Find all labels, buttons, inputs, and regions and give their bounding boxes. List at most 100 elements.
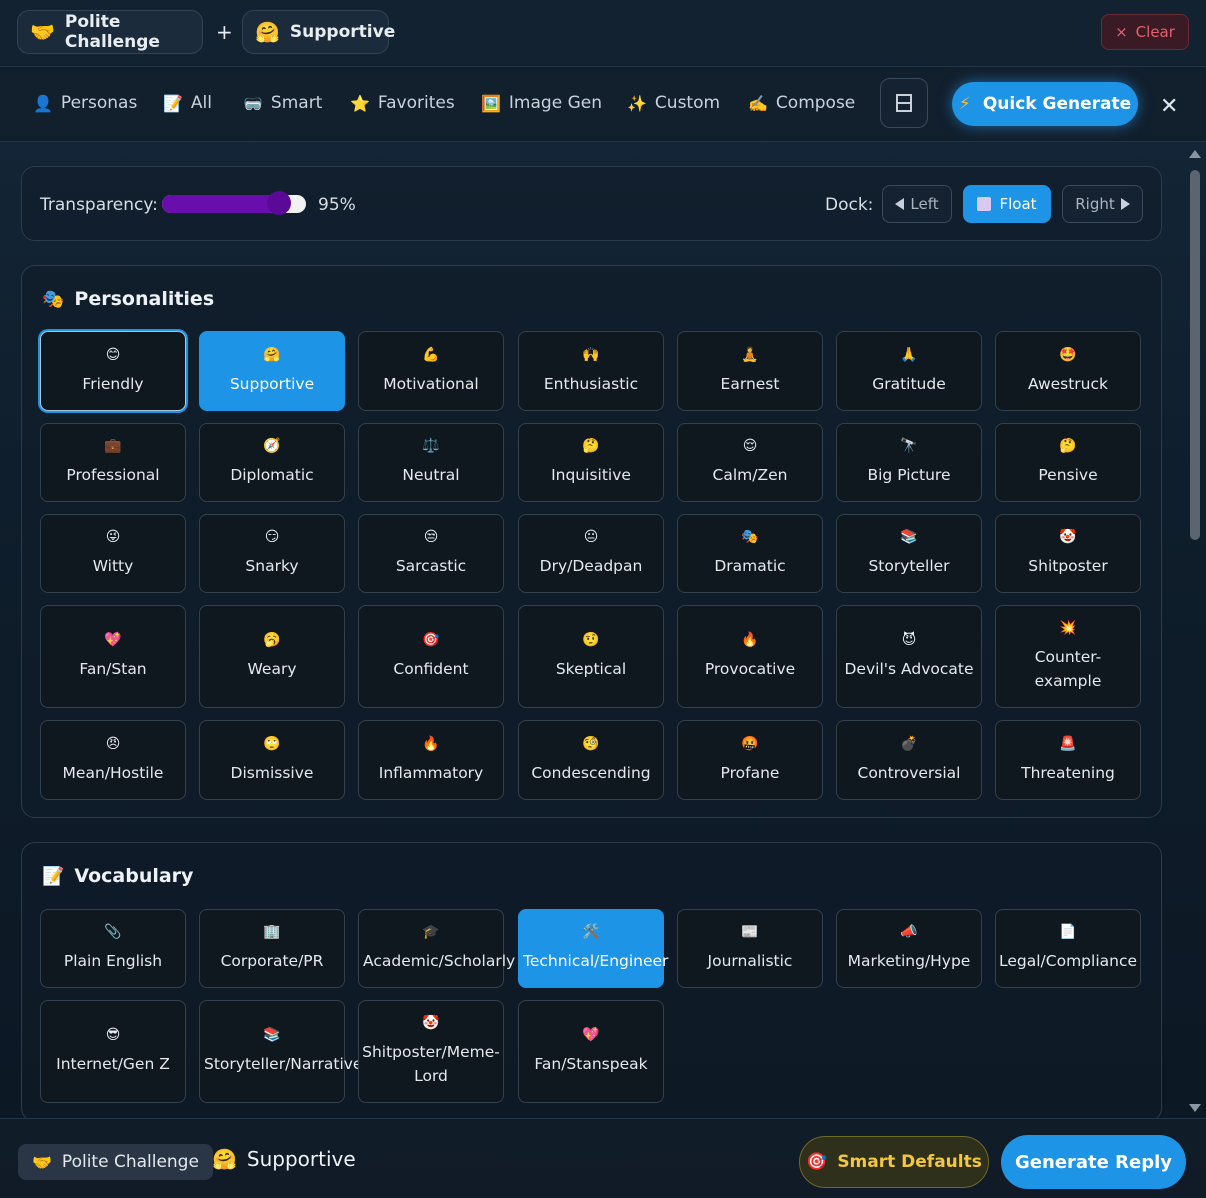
personality-card-devil-s-advocate[interactable]: 😈 Devil's Advocate <box>836 605 982 708</box>
threatening-icon: 🚨 <box>1059 735 1077 752</box>
personality-label: Dismissive <box>230 763 314 782</box>
personality-card-profane[interactable]: 🤬 Profane <box>677 720 823 800</box>
smart-defaults-button[interactable]: 🎯 Smart Defaults <box>799 1136 989 1188</box>
personality-card-snarky[interactable]: 😏 Snarky <box>199 514 345 593</box>
vocabulary-card-marketing-hype[interactable]: 📣 Marketing/Hype <box>836 909 982 988</box>
scrollbar-thumb[interactable] <box>1190 170 1200 540</box>
vocabulary-card-storyteller-narrative[interactable]: 📚 Storyteller/Narrative <box>199 1000 362 1103</box>
layout-icon <box>896 94 912 112</box>
footer-current-tone: 🤗 Supportive <box>212 1147 356 1171</box>
personality-label: Enthusiastic <box>543 374 639 393</box>
nav-label: Smart <box>270 93 323 113</box>
earnest-icon: 🧘 <box>741 346 759 363</box>
close-icon[interactable]: ✕ <box>1160 94 1178 119</box>
personality-card-neutral[interactable]: ⚖️ Neutral <box>358 423 504 502</box>
sparkles-icon: ✨ <box>627 93 647 113</box>
personality-card-dismissive[interactable]: 🙄 Dismissive <box>199 720 345 800</box>
float-window-icon <box>977 197 992 211</box>
nav-all[interactable]: 📝 All <box>163 93 212 113</box>
personality-card-shitposter[interactable]: 🤡 Shitposter <box>995 514 1141 593</box>
personality-card-motivational[interactable]: 💪 Motivational <box>358 331 504 411</box>
personality-card-gratitude[interactable]: 🙏 Gratitude <box>836 331 982 411</box>
snarky-icon: 😏 <box>264 529 280 545</box>
footer-chip-polite-challenge[interactable]: 🤝 Polite Challenge <box>18 1144 213 1180</box>
personality-card-condescending[interactable]: 🧐 Condescending <box>518 720 664 800</box>
personality-card-mean-hostile[interactable]: 😠 Mean/Hostile <box>40 720 186 800</box>
sarcastic-icon: 😒 <box>423 529 439 545</box>
personality-label: Shitposter <box>1028 557 1108 575</box>
vocabulary-card-fan-stanspeak[interactable]: 💖 Fan/Stanspeak <box>518 1000 664 1103</box>
skeptical-icon: 🤨 <box>582 632 600 648</box>
friendly-icon: 😊 <box>105 346 121 363</box>
nav-personas[interactable]: 👤 Personas <box>33 93 137 113</box>
triangle-left-icon <box>895 198 905 210</box>
personality-card-enthusiastic[interactable]: 🙌 Enthusiastic <box>518 331 664 411</box>
personality-card-dramatic[interactable]: 🎭 Dramatic <box>677 514 823 593</box>
diplomatic-icon: 🧭 <box>263 438 281 454</box>
profane-icon: 🤬 <box>741 735 759 752</box>
selected-chip-polite-challenge[interactable]: 🤝 Polite Challenge <box>17 10 203 54</box>
clear-button[interactable]: × Clear <box>1101 14 1189 50</box>
selected-chip-supportive[interactable]: 🤗 Supportive <box>242 10 395 54</box>
pensive-icon: 🤔 <box>1059 438 1077 454</box>
personality-card-earnest[interactable]: 🧘 Earnest <box>677 331 823 411</box>
slider-knob[interactable] <box>266 191 291 215</box>
dock-left-button[interactable]: Left <box>882 185 952 223</box>
personality-card-pensive[interactable]: 🤔 Pensive <box>995 423 1141 502</box>
personality-label: Dramatic <box>714 557 786 575</box>
vocabulary-card-journalistic[interactable]: 📰 Journalistic <box>677 909 823 988</box>
personality-card-dry-deadpan[interactable]: 😐 Dry/Deadpan <box>518 514 664 593</box>
personality-card-sarcastic[interactable]: 😒 Sarcastic <box>358 514 504 593</box>
personality-card-inflammatory[interactable]: 🔥 Inflammatory <box>358 720 504 800</box>
generate-reply-button[interactable]: Generate Reply <box>1001 1135 1186 1189</box>
layout-toggle-button[interactable] <box>880 78 928 128</box>
vocabulary-card-corporate-pr[interactable]: 🏢 Corporate/PR <box>199 909 345 988</box>
vocabulary-card-shitposter-meme-lord[interactable]: 🤡 Shitposter/Meme-Lord <box>358 1000 504 1103</box>
scrollbar[interactable] <box>1188 150 1202 1112</box>
dock-right-button[interactable]: Right <box>1062 185 1143 223</box>
vocabulary-card-legal-compliance[interactable]: 📄 Legal/Compliance <box>995 909 1141 988</box>
personality-card-storyteller[interactable]: 📚 Storyteller <box>836 514 982 593</box>
dock-float-button[interactable]: Float <box>963 185 1051 223</box>
personality-card-friendly[interactable]: 😊 Friendly <box>40 331 186 411</box>
transparency-slider[interactable] <box>162 191 306 215</box>
personality-card-skeptical[interactable]: 🤨 Skeptical <box>518 605 664 708</box>
vocabulary-card-plain-english[interactable]: 📎 Plain English <box>40 909 186 988</box>
personality-card-witty[interactable]: 😜 Witty <box>40 514 186 593</box>
transparency-value: 95% <box>318 195 356 215</box>
vocabulary-card-academic-scholarly[interactable]: 🎓 Academic/Scholarly <box>358 909 515 988</box>
personality-card-diplomatic[interactable]: 🧭 Diplomatic <box>199 423 345 502</box>
vocabulary-card-technical-engineer[interactable]: 🛠️ Technical/Engineer <box>518 909 668 988</box>
nav-compose[interactable]: ✍️ Compose <box>748 93 855 113</box>
nav-custom[interactable]: ✨ Custom <box>627 93 720 113</box>
dock-label: Dock: <box>825 195 874 215</box>
personality-card-professional[interactable]: 💼 Professional <box>40 423 186 502</box>
personality-card-awestruck[interactable]: 🤩 Awestruck <box>995 331 1141 411</box>
quick-generate-button[interactable]: ⚡ Quick Generate <box>952 82 1138 126</box>
personality-card-fan-stan[interactable]: 💖 Fan/Stan <box>40 605 186 708</box>
personality-card-provocative[interactable]: 🔥 Provocative <box>677 605 823 708</box>
personality-card-controversial[interactable]: 💣 Controversial <box>836 720 982 800</box>
personality-card-confident[interactable]: 🎯 Confident <box>358 605 504 708</box>
personality-card-threatening[interactable]: 🚨 Threatening <box>995 720 1141 800</box>
personality-card-inquisitive[interactable]: 🤔 Inquisitive <box>518 423 664 502</box>
nav-smart[interactable]: 🥽 Smart <box>243 93 322 113</box>
personality-card-big-picture[interactable]: 🔭 Big Picture <box>836 423 982 502</box>
mean-hostile-icon: 😠 <box>105 735 121 752</box>
nav-image-gen[interactable]: 🖼️ Image Gen <box>481 93 602 113</box>
triangle-right-icon <box>1120 198 1130 210</box>
vocabulary-card-internet-gen-z[interactable]: 😎 Internet/Gen Z <box>40 1000 186 1103</box>
personality-card-counter-example[interactable]: 💥 Counter-example <box>995 605 1141 708</box>
personality-card-calm-zen[interactable]: 😌 Calm/Zen <box>677 423 823 502</box>
scroll-down-icon[interactable] <box>1189 1104 1201 1112</box>
personality-card-supportive[interactable]: 🤗 Supportive <box>199 331 345 411</box>
academic-scholarly-icon: 🎓 <box>422 924 440 940</box>
fan-stan-icon: 💖 <box>104 632 122 648</box>
personality-label: Earnest <box>720 374 780 393</box>
nav-favorites[interactable]: ⭐ Favorites <box>350 93 455 113</box>
hugging-face-icon: 🤗 <box>212 1147 237 1171</box>
section-title: 🎭 Personalities <box>42 288 214 310</box>
scroll-up-icon[interactable] <box>1189 150 1201 158</box>
personality-label: Threatening <box>1021 763 1115 782</box>
personality-card-weary[interactable]: 🥱 Weary <box>199 605 345 708</box>
